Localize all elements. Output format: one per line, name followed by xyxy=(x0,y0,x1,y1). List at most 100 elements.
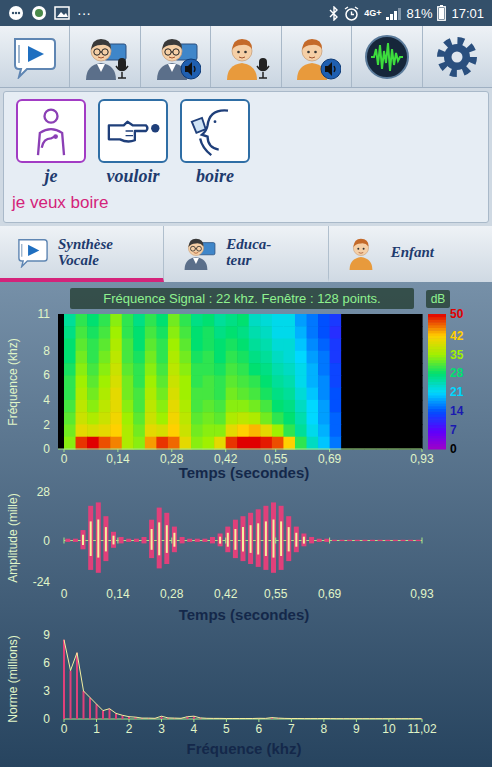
educator-tab[interactable]: Educa-teur xyxy=(164,226,328,282)
waveform-sample xyxy=(309,537,314,543)
pictogram-card[interactable]: vouloir xyxy=(98,99,168,188)
axis-tick: 0,93 xyxy=(410,452,434,466)
spectrogram-cell xyxy=(168,363,180,376)
spectrogram-cell xyxy=(318,351,330,364)
spectrogram-cell xyxy=(133,388,145,401)
spectrogram-cell xyxy=(399,400,411,413)
spectrogram-cell xyxy=(364,314,376,327)
spectrogram-cell xyxy=(318,437,330,450)
waveform-sample xyxy=(88,506,93,570)
speech-synthesis-button[interactable] xyxy=(0,26,70,87)
spectrogram-cell xyxy=(214,326,226,339)
spectrogram-cell xyxy=(168,412,180,425)
spectrogram-cell xyxy=(376,400,388,413)
spectrogram-cell xyxy=(410,326,422,339)
spectrogram-cell xyxy=(156,339,168,352)
self-pictogram-icon xyxy=(23,105,79,157)
spectrogram-cell xyxy=(122,314,134,327)
spectrogram-cell xyxy=(364,351,376,364)
pictogram-frame[interactable] xyxy=(98,99,168,163)
educator-play-button[interactable] xyxy=(141,26,211,87)
spectrogram-cell xyxy=(249,363,261,376)
waveform-sample xyxy=(172,527,177,553)
child-record-button[interactable] xyxy=(211,26,281,87)
alarm-icon xyxy=(344,6,359,21)
spectrogram-cell xyxy=(399,437,411,450)
waveform-sample xyxy=(347,540,352,541)
pictogram-frame[interactable] xyxy=(16,99,86,163)
spectrum-chart: 9630Norme (millions)01234567891011,02Fré… xyxy=(0,627,492,767)
spectrogram-cell xyxy=(203,363,215,376)
spectrogram-cell xyxy=(156,351,168,364)
spectrogram-cell xyxy=(307,339,319,352)
waveform-sample xyxy=(271,502,276,572)
spectrogram-chart: Fréquence Signal : 22 khz. Fenêtre : 128… xyxy=(0,282,492,482)
spectrogram-cell xyxy=(226,424,238,437)
sentence-text: je veux boire xyxy=(12,192,480,214)
spectrum-bin xyxy=(96,704,98,719)
spectrogram-cell xyxy=(295,437,307,450)
spectrogram-cell xyxy=(203,424,215,437)
pictogram-card[interactable]: boire xyxy=(180,99,250,188)
axis-tick: 7 xyxy=(288,722,295,736)
settings-button[interactable] xyxy=(423,26,492,87)
spectrogram-cell xyxy=(249,388,261,401)
waveform-sample xyxy=(355,540,360,541)
spectrogram-cell xyxy=(341,424,353,437)
spectrogram-cell xyxy=(376,314,388,327)
spectrogram-cell xyxy=(376,375,388,388)
waveform-sample xyxy=(218,534,223,547)
axis-tick: 3 xyxy=(158,722,165,736)
spectrogram-cell xyxy=(87,388,99,401)
axis-title: Amplitude (mille) xyxy=(6,493,20,582)
colorbar-title: dB xyxy=(431,292,446,306)
spectrogram-cell xyxy=(122,351,134,364)
waveform-sample xyxy=(149,520,154,558)
waveform-sample xyxy=(362,540,367,541)
child-play-button[interactable] xyxy=(282,26,352,87)
spectrogram-cell xyxy=(376,388,388,401)
app-notification-icon xyxy=(31,5,47,21)
waveform-sample xyxy=(385,540,390,541)
educator-record-button[interactable] xyxy=(70,26,140,87)
spectrogram-cell xyxy=(168,437,180,450)
sentence-panel: jevouloirboire je veux boire xyxy=(3,91,489,223)
spectrogram-cell xyxy=(110,314,122,327)
spectrogram-cell xyxy=(87,437,99,450)
spectrogram-cell xyxy=(330,375,342,388)
spectrogram-cell xyxy=(168,351,180,364)
spectrogram-cell xyxy=(341,412,353,425)
spectrogram-cell xyxy=(399,363,411,376)
spectrogram-cell xyxy=(260,437,272,450)
spectrogram-cell xyxy=(64,314,76,327)
spectrogram-cell xyxy=(260,314,272,327)
spectrogram-cell xyxy=(399,351,411,364)
spectrogram-cell xyxy=(330,388,342,401)
spectrogram-cell xyxy=(237,437,249,450)
speech-bubble-play-icon xyxy=(16,237,50,268)
pictogram-card[interactable]: je xyxy=(16,99,86,188)
axis-title: Fréquence (khz) xyxy=(186,740,301,757)
spectrogram-cell xyxy=(226,412,238,425)
spectrum-bin xyxy=(76,653,78,719)
spectrogram-cell xyxy=(387,314,399,327)
signal-analysis-button[interactable] xyxy=(352,26,422,87)
spectrogram-cell xyxy=(295,363,307,376)
spectrogram-cell xyxy=(76,314,88,327)
spectrogram-cell xyxy=(133,437,145,450)
image-icon xyxy=(54,5,70,21)
pictogram-frame[interactable] xyxy=(180,99,250,163)
spectrogram-cell xyxy=(122,388,134,401)
spectrogram-cell xyxy=(272,326,284,339)
synthesis-tab[interactable]: SynthèseVocale xyxy=(0,226,164,282)
spectrogram-cell xyxy=(64,437,76,450)
spectrogram-cell xyxy=(76,388,88,401)
tab-label: Enfant xyxy=(391,244,434,261)
spectrogram-cell xyxy=(399,314,411,327)
child-tab[interactable]: Enfant xyxy=(329,226,492,282)
spectrogram-cell xyxy=(249,351,261,364)
colorbar-tick: 14 xyxy=(450,404,464,418)
spectrogram-cell xyxy=(353,400,365,413)
spectrogram-cell xyxy=(156,388,168,401)
tab-label: Synthèse xyxy=(58,236,113,253)
